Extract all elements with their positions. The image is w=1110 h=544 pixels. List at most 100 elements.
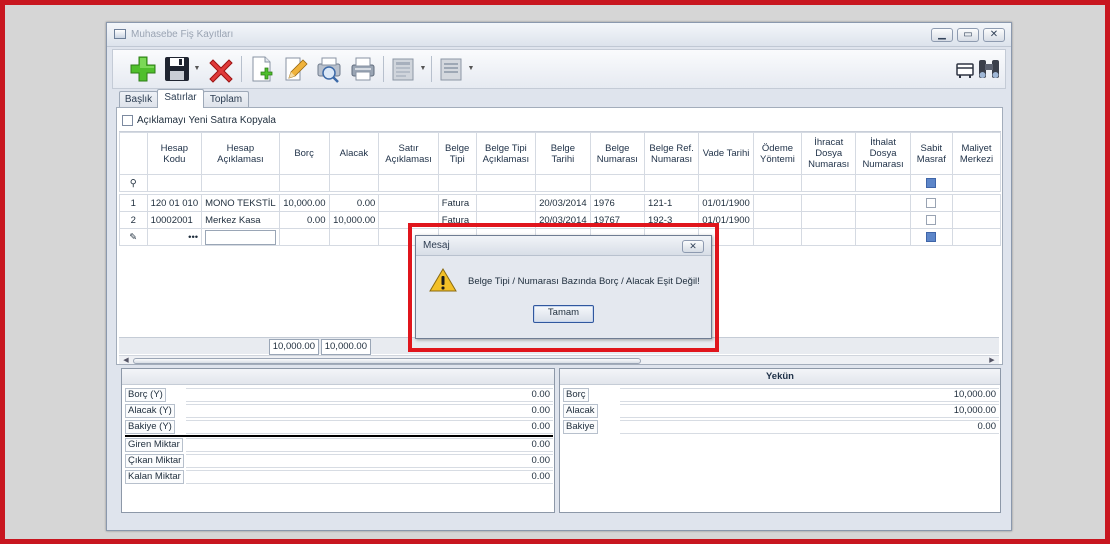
filter-cell[interactable] <box>698 174 754 192</box>
filter-cell[interactable] <box>475 174 537 192</box>
save-dropdown-arrow[interactable]: ▼ <box>193 54 201 84</box>
cell-belge-tipi[interactable]: Fatura <box>437 194 477 212</box>
edit-icon[interactable] <box>279 54 311 84</box>
cell-ihracat-dosya[interactable] <box>801 211 857 229</box>
report-icon[interactable] <box>387 54 419 84</box>
copy-description-checkbox[interactable] <box>122 115 133 126</box>
filter-cell[interactable] <box>328 174 380 192</box>
print-preview-icon[interactable] <box>313 54 345 84</box>
cell-belge-ref[interactable]: 121-1 <box>643 194 700 212</box>
new-row-cell[interactable] <box>801 228 857 246</box>
filter-cell[interactable] <box>643 174 700 192</box>
cell-hesap-aciklamasi-editor[interactable] <box>201 228 280 246</box>
close-button[interactable]: ✕ <box>983 28 1005 42</box>
maximize-button[interactable]: ▭ <box>957 28 979 42</box>
filter-cell[interactable] <box>855 174 911 192</box>
new-row-editor-input[interactable] <box>205 229 276 245</box>
new-row-cell[interactable] <box>855 228 911 246</box>
cell-odeme-yontemi[interactable] <box>752 194 803 212</box>
sabit-masraf-filter-checkbox[interactable] <box>926 177 937 188</box>
column-header-ithalat-dosya[interactable]: İthalat Dosya Numarası <box>855 132 911 175</box>
new-row-cell[interactable] <box>951 228 1001 246</box>
filter-cell[interactable] <box>378 174 439 192</box>
minimize-button[interactable]: ▁ <box>931 28 953 42</box>
filter-cell[interactable] <box>146 174 203 192</box>
summary-value: 0.00 <box>186 404 553 418</box>
cell-maliyet-merkezi[interactable] <box>951 211 1001 229</box>
column-header-belge-tipi[interactable]: Belge Tipi <box>437 132 477 175</box>
sabit-masraf-checkbox[interactable] <box>926 197 937 208</box>
filter-row[interactable]: ⚲ <box>119 174 1001 192</box>
cell-hesap-aciklamasi[interactable]: Merkez Kasa <box>201 211 280 229</box>
cell-odeme-yontemi[interactable] <box>752 211 803 229</box>
report-dropdown-arrow[interactable]: ▼ <box>419 54 427 84</box>
column-header-odeme-yontemi[interactable]: Ödeme Yöntemi <box>752 132 803 175</box>
column-header-hesap-aciklamasi[interactable]: Hesap Açıklaması <box>201 132 280 175</box>
filter-cell[interactable] <box>535 174 591 192</box>
cell-belge-tipi-aciklamasi[interactable] <box>475 194 537 212</box>
cell-borc[interactable]: 0.00 <box>278 211 330 229</box>
column-header-ihracat-dosya[interactable]: İhracat Dosya Numarası <box>801 132 857 175</box>
scrollbar-thumb[interactable] <box>133 358 641 364</box>
filter-cell[interactable] <box>752 174 803 192</box>
new-row-cell[interactable] <box>278 228 330 246</box>
cell-maliyet-merkezi[interactable] <box>951 194 1001 212</box>
filter-cell[interactable] <box>909 174 953 192</box>
new-document-icon[interactable] <box>245 54 277 84</box>
cell-alacak[interactable]: 10,000.00 <box>328 211 380 229</box>
cell-ithalat-dosya[interactable] <box>855 194 911 212</box>
tab-toplam[interactable]: Toplam <box>203 91 249 108</box>
delete-icon[interactable] <box>205 54 237 84</box>
hesap-lookup-button[interactable]: ••• <box>146 228 203 246</box>
cell-vade-tarihi[interactable]: 01/01/1900 <box>698 194 754 212</box>
new-row-cell[interactable] <box>328 228 380 246</box>
cell-sabit-masraf[interactable] <box>909 211 953 229</box>
horizontal-scrollbar[interactable]: ◀ ▶ <box>119 355 999 364</box>
cell-hesap-kodu[interactable]: 120 01 010 <box>146 194 203 212</box>
table-row[interactable]: 1 120 01 010 MONO TEKSTİL 10,000.00 0.00… <box>119 194 1001 212</box>
filter-cell[interactable] <box>801 174 857 192</box>
column-header-sabit-masraf[interactable]: Sabit Masraf <box>909 132 953 175</box>
filter-cell[interactable] <box>589 174 645 192</box>
column-header-satir-aciklamasi[interactable]: Satır Açıklaması <box>378 132 439 175</box>
filter-cell[interactable] <box>951 174 1001 192</box>
tab-baslik[interactable]: Başlık <box>119 91 158 108</box>
cell-ithalat-dosya[interactable] <box>855 211 911 229</box>
sabit-masraf-checkbox[interactable] <box>926 214 937 225</box>
ok-button[interactable]: Tamam <box>533 305 594 323</box>
cell-borc[interactable]: 10,000.00 <box>278 194 330 212</box>
column-header-hesap-kodu[interactable]: Hesap Kodu <box>146 132 203 175</box>
cell-belge-tarihi[interactable]: 20/03/2014 <box>535 194 591 212</box>
column-header-belge-tipi-aciklamasi[interactable]: Belge Tipi Açıklaması <box>475 132 537 175</box>
tab-satirlar[interactable]: Satırlar <box>157 89 204 108</box>
save-icon[interactable] <box>161 54 193 84</box>
column-header-borc[interactable]: Borç <box>278 132 330 175</box>
column-header-belge-numarasi[interactable]: Belge Numarası <box>589 132 645 175</box>
binoculars-icon[interactable] <box>973 54 1005 84</box>
scroll-left-icon[interactable]: ◀ <box>121 356 131 364</box>
cell-alacak[interactable]: 0.00 <box>328 194 380 212</box>
cell-satir-aciklamasi[interactable] <box>378 194 439 212</box>
scroll-right-icon[interactable]: ▶ <box>987 356 997 364</box>
filter-cell[interactable] <box>201 174 280 192</box>
column-header-maliyet-merkezi[interactable]: Maliyet Merkezi <box>951 132 1001 175</box>
cell-sabit-masraf[interactable] <box>909 194 953 212</box>
cell-hesap-kodu[interactable]: 10002001 <box>146 211 203 229</box>
filter-cell[interactable] <box>437 174 477 192</box>
filter-cell[interactable] <box>278 174 330 192</box>
column-header-alacak[interactable]: Alacak <box>328 132 380 175</box>
list-icon[interactable] <box>435 54 467 84</box>
cell-belge-numarasi[interactable]: 1976 <box>589 194 645 212</box>
new-row-cell[interactable] <box>909 228 953 246</box>
column-header-belge-ref-numarasi[interactable]: Belge Ref. Numarası <box>643 132 700 175</box>
cell-ihracat-dosya[interactable] <box>801 194 857 212</box>
column-header-vade-tarihi[interactable]: Vade Tarihi <box>698 132 754 175</box>
print-icon[interactable] <box>347 54 379 84</box>
dialog-close-button[interactable]: ✕ <box>682 240 704 253</box>
add-icon[interactable] <box>127 54 159 84</box>
cell-hesap-aciklamasi[interactable]: MONO TEKSTİL <box>201 194 280 212</box>
new-row-cell[interactable] <box>752 228 803 246</box>
list-dropdown-arrow[interactable]: ▼ <box>467 54 475 84</box>
sabit-masraf-checkbox[interactable] <box>926 231 937 242</box>
column-header-belge-tarihi[interactable]: Belge Tarihi <box>535 132 591 175</box>
